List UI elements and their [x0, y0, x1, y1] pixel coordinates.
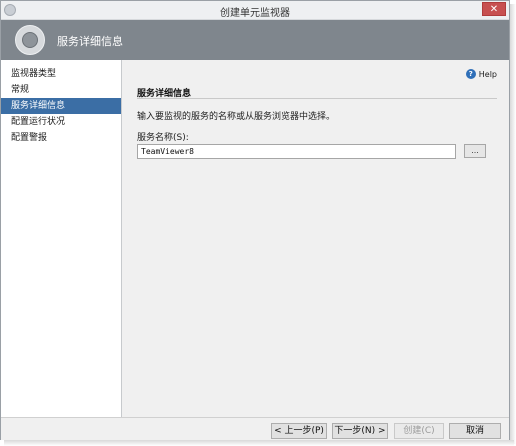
sidebar-item-general[interactable]: 常规 [1, 82, 121, 98]
service-name-label: 服务名称(S): [137, 133, 189, 143]
description-text: 输入要监视的服务的名称或从服务浏览器中选择。 [137, 112, 336, 122]
monitor-icon [15, 25, 45, 55]
section-divider [137, 98, 497, 99]
help-link[interactable]: ? Help [465, 69, 497, 79]
wizard-steps-sidebar: 监视器类型 常规 服务详细信息 配置运行状况 配置警报 [1, 60, 122, 417]
service-name-input[interactable]: TeamViewer8 [137, 144, 456, 159]
header-title: 服务详细信息 [57, 35, 123, 48]
content-panel: ? Help 服务详细信息 输入要监视的服务的名称或从服务浏览器中选择。 服务名… [123, 60, 509, 417]
wizard-header: 服务详细信息 [1, 20, 509, 60]
help-icon: ? [465, 69, 476, 79]
sidebar-item-configure-alerts[interactable]: 配置警报 [1, 130, 121, 146]
title-bar[interactable]: 创建单元监视器 ✕ [1, 1, 509, 20]
previous-button[interactable]: < 上一步(P) [271, 423, 327, 439]
sidebar-item-monitor-type[interactable]: 监视器类型 [1, 66, 121, 82]
sidebar-item-configure-health[interactable]: 配置运行状况 [1, 114, 121, 130]
help-label: Help [478, 69, 497, 79]
wizard-footer: < 上一步(P) 下一步(N) > 创建(C) 取消 [1, 417, 509, 440]
monitor-icon-inner [22, 32, 38, 48]
next-button[interactable]: 下一步(N) > [332, 423, 388, 439]
sidebar-item-service-details[interactable]: 服务详细信息 [1, 98, 121, 114]
dialog-window: 创建单元监视器 ✕ 服务详细信息 监视器类型 常规 服务详细信息 配置运行状况 … [0, 0, 510, 440]
window-title: 创建单元监视器 [220, 8, 290, 19]
create-button[interactable]: 创建(C) [394, 423, 444, 439]
cancel-button[interactable]: 取消 [449, 423, 501, 439]
window-shadow-right [510, 4, 516, 444]
window-shadow-bottom [4, 440, 514, 446]
browse-service-button[interactable]: ... [464, 144, 486, 158]
close-button[interactable]: ✕ [482, 2, 506, 16]
